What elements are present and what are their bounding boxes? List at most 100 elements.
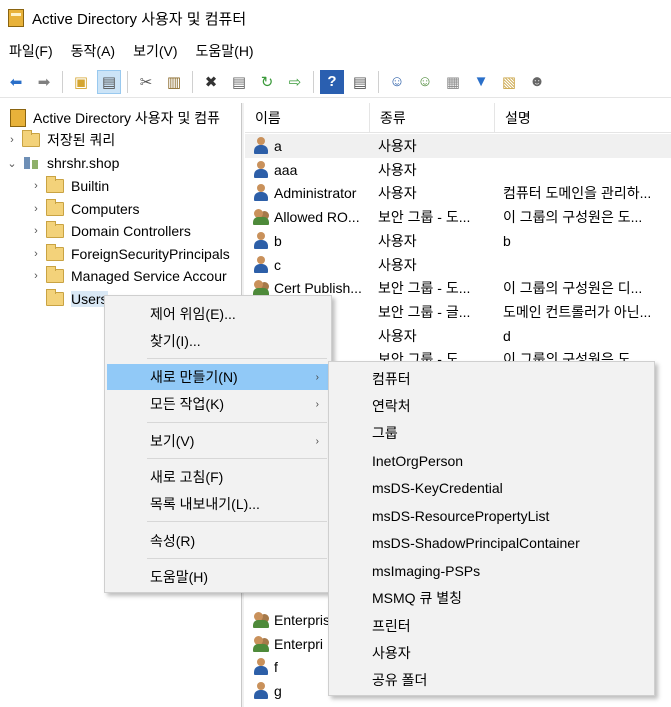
menu-file[interactable]: 파일(F): [0, 41, 62, 61]
chevron-right-icon[interactable]: ›: [30, 248, 42, 260]
submenu-item-user[interactable]: 사용자: [331, 639, 652, 666]
cell-name: b: [245, 231, 370, 250]
new-user-icon[interactable]: ☺: [385, 70, 409, 94]
export-icon[interactable]: ⇨: [283, 70, 307, 94]
cut-icon[interactable]: ✂: [134, 70, 158, 94]
list-row[interactable]: b 사용자 b: [245, 229, 671, 253]
chevron-right-icon[interactable]: ›: [30, 270, 42, 282]
menu-item-refresh[interactable]: 새로 고침(F): [107, 464, 329, 490]
menu-help[interactable]: 도움말(H): [187, 41, 263, 61]
group-icon: [253, 635, 270, 653]
tree-item-domain[interactable]: ⌄ shrshr.shop: [6, 152, 119, 174]
list-row[interactable]: Administrator 사용자 컴퓨터 도메인을 관리하...: [245, 181, 671, 205]
menu-item-label: 보기(V): [150, 433, 195, 449]
submenu-item-msimaging-psps[interactable]: msImaging-PSPs: [331, 557, 652, 584]
properties-icon[interactable]: ▤: [227, 70, 251, 94]
menu-item-label: 속성(R): [150, 533, 196, 549]
folder-icon: [46, 199, 64, 216]
menu-item-label: 도움말(H): [150, 569, 209, 585]
menu-view[interactable]: 보기(V): [124, 41, 186, 61]
up-folder-icon[interactable]: ▣: [69, 70, 93, 94]
show-tree-icon[interactable]: ▤: [97, 69, 121, 94]
submenu-item-shared-folder[interactable]: 공유 폴더: [331, 666, 652, 693]
submenu-item-group[interactable]: 그룹: [331, 419, 652, 446]
submenu-item-label: msDS-ResourcePropertyList: [372, 507, 550, 524]
menu-item-all-tasks[interactable]: 모든 작업(K) ›: [107, 391, 329, 417]
chevron-right-icon[interactable]: ›: [30, 180, 42, 192]
paste-icon[interactable]: ▥: [162, 70, 186, 94]
menu-item-delegate-control[interactable]: 제어 위임(E)...: [107, 301, 329, 327]
menu-action[interactable]: 동작(A): [62, 41, 124, 61]
column-header-description[interactable]: 설명: [495, 103, 671, 133]
menu-item-help[interactable]: 도움말(H): [107, 564, 329, 590]
menu-item-find[interactable]: 찾기(I)...: [107, 328, 329, 354]
new-ou-icon[interactable]: ▦: [441, 70, 465, 94]
tree-item-computers[interactable]: › Computers: [30, 198, 139, 220]
cell-name: c: [245, 255, 370, 274]
forward-icon[interactable]: ➡: [32, 70, 56, 94]
submenu-item-contact[interactable]: 연락처: [331, 392, 652, 419]
row-name-label: Administrator: [274, 185, 357, 202]
chevron-right-icon[interactable]: ›: [30, 225, 42, 237]
cell-type: 보안 그룹 - 도...: [378, 280, 471, 297]
user-icon: [253, 160, 270, 179]
row-name-label: aaa: [274, 161, 298, 178]
menu-item-new[interactable]: 새로 만들기(N) ›: [107, 364, 329, 390]
delete-icon[interactable]: ✖: [199, 70, 223, 94]
list-row[interactable]: c 사용자: [245, 253, 671, 277]
column-header-type[interactable]: 종류: [370, 103, 495, 133]
new-submenu: 컴퓨터 연락처 그룹 InetOrgPerson msDS-KeyCredent…: [328, 361, 655, 696]
menu-item-properties[interactable]: 속성(R): [107, 528, 329, 554]
menu-separator: [147, 358, 327, 359]
submenu-item-msds-keycredential[interactable]: msDS-KeyCredential: [331, 474, 652, 501]
row-name-label: c: [274, 256, 281, 273]
title-bar: Active Directory 사용자 및 컴퓨터: [0, 0, 671, 36]
submenu-item-label: MSMQ 큐 별칭: [372, 589, 462, 606]
cell-type: 사용자: [378, 327, 417, 344]
show-console-icon[interactable]: ▤: [348, 70, 372, 94]
menu-bar: 파일(F) 동작(A) 보기(V) 도움말(H): [0, 38, 263, 64]
chevron-down-icon[interactable]: ⌄: [6, 157, 18, 170]
submenu-item-label: msImaging-PSPs: [372, 562, 481, 579]
tree-item-foreign-security-principals[interactable]: › ForeignSecurityPrincipals: [30, 243, 230, 265]
list-row[interactable]: gogle: [245, 703, 671, 707]
list-row[interactable]: aaa 사용자: [245, 158, 671, 182]
list-row[interactable]: a 사용자: [245, 134, 671, 158]
tree-item-users[interactable]: Users: [30, 288, 108, 310]
domain-icon: [22, 155, 40, 171]
submenu-item-computer[interactable]: 컴퓨터: [331, 365, 652, 392]
tree-item-saved-queries[interactable]: › 저장된 쿼리: [6, 129, 115, 151]
chevron-right-icon[interactable]: ›: [6, 134, 18, 146]
tree-item-builtin[interactable]: › Builtin: [30, 175, 109, 197]
menu-item-view[interactable]: 보기(V) ›: [107, 428, 329, 454]
find-icon[interactable]: ▧: [497, 70, 521, 94]
submenu-item-msds-resourcepropertylist[interactable]: msDS-ResourcePropertyList: [331, 502, 652, 529]
chevron-right-icon: ›: [315, 371, 319, 383]
tree-item-managed-service-accounts[interactable]: › Managed Service Accour: [30, 265, 227, 287]
cell-description: 이 그룹의 구성원은 디...: [503, 280, 643, 297]
new-group-icon[interactable]: ☺: [413, 70, 437, 94]
chevron-right-icon[interactable]: ›: [30, 203, 42, 215]
help-icon[interactable]: ?: [320, 69, 344, 94]
submenu-item-label: 공유 폴더: [372, 671, 428, 688]
back-icon[interactable]: ⬅: [4, 70, 28, 94]
row-name-label: Enterpris: [274, 612, 331, 628]
tree-item-domain-controllers[interactable]: › Domain Controllers: [30, 220, 191, 242]
menu-separator: [147, 558, 327, 559]
submenu-item-msmq-queue-alias[interactable]: MSMQ 큐 별칭: [331, 584, 652, 611]
tree-root[interactable]: Active Directory 사용자 및 컴퓨: [6, 107, 220, 129]
column-header-name[interactable]: 이름: [245, 103, 370, 133]
filter-icon[interactable]: ▼: [469, 70, 493, 94]
user-icon: [253, 682, 270, 700]
cell-name: aaa: [245, 160, 370, 179]
list-row[interactable]: Allowed RO... 보안 그룹 - 도... 이 그룹의 구성원은 도...: [245, 205, 671, 229]
submenu-item-printer[interactable]: 프린터: [331, 612, 652, 639]
tree-item-label: ForeignSecurityPrincipals: [71, 246, 230, 262]
cell-description: b: [503, 232, 511, 249]
submenu-item-inetorgperson[interactable]: InetOrgPerson: [331, 447, 652, 474]
folder-icon: [22, 130, 40, 147]
submenu-item-msds-shadowprincipalcontainer[interactable]: msDS-ShadowPrincipalContainer: [331, 529, 652, 556]
refresh-icon[interactable]: ↻: [255, 70, 279, 94]
menu-item-export-list[interactable]: 목록 내보내기(L)...: [107, 491, 329, 517]
delegate-icon[interactable]: ☻: [525, 70, 549, 94]
